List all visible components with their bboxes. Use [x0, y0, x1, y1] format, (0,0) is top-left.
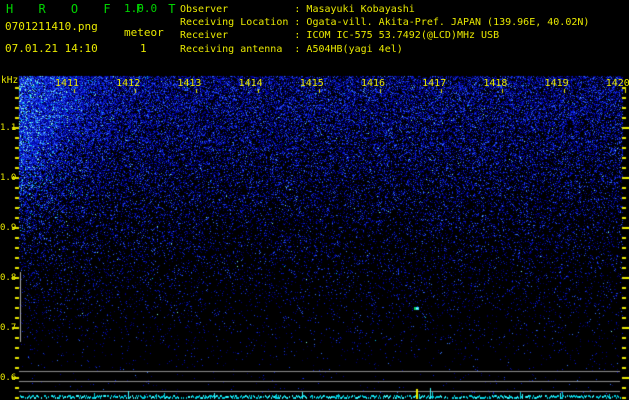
x-axis-label: 1419: [544, 78, 569, 89]
observation-datetime: 07.01.21 14:10: [5, 42, 98, 55]
filename: 0701211410.png: [5, 20, 98, 33]
y-axis-label: 0.7: [0, 323, 17, 333]
app-version: 1.0.0: [124, 2, 158, 15]
x-axis-label: 1412: [116, 78, 141, 89]
x-axis-label: 1420: [605, 78, 629, 89]
y-axis-label: 0.8: [0, 273, 17, 283]
x-axis-label: 1411: [54, 78, 80, 89]
x-axis-label: 1413: [177, 78, 202, 89]
receiver-info-row: Receiver : ICOM IC-575 53.7492(@LCD)MHz …: [180, 30, 500, 42]
x-axis-label: 1414: [238, 78, 263, 89]
receiver-info-row: Receiving antenna : A504HB(yagi 4el): [180, 43, 403, 55]
x-axis-label: 1418: [483, 78, 508, 89]
y-axis-label: 0.6: [0, 373, 17, 383]
hrofft-window: H R O F F T 1.0.0 0701211410.png meteor …: [0, 0, 629, 400]
y-axis-label: 1.0: [0, 173, 17, 183]
echo-count: 1: [140, 42, 147, 55]
receiver-info-row: Receiving Location : Ogata-vill. Akita-P…: [180, 17, 590, 29]
x-axis-label: 1416: [360, 78, 386, 89]
receiver-info-row: Observer : Masayuki Kobayashi: [180, 4, 415, 15]
x-axis-label: 1417: [422, 78, 447, 89]
spectrogram-canvas: [0, 0, 629, 400]
y-axis-label: 0.9: [0, 223, 17, 233]
mode-label: meteor: [124, 26, 164, 39]
khz-unit-label: kHz: [1, 75, 19, 86]
y-axis-label: 1.1: [0, 123, 17, 133]
app-title: H R O F F T: [6, 2, 185, 16]
x-axis-label: 1415: [299, 78, 324, 89]
